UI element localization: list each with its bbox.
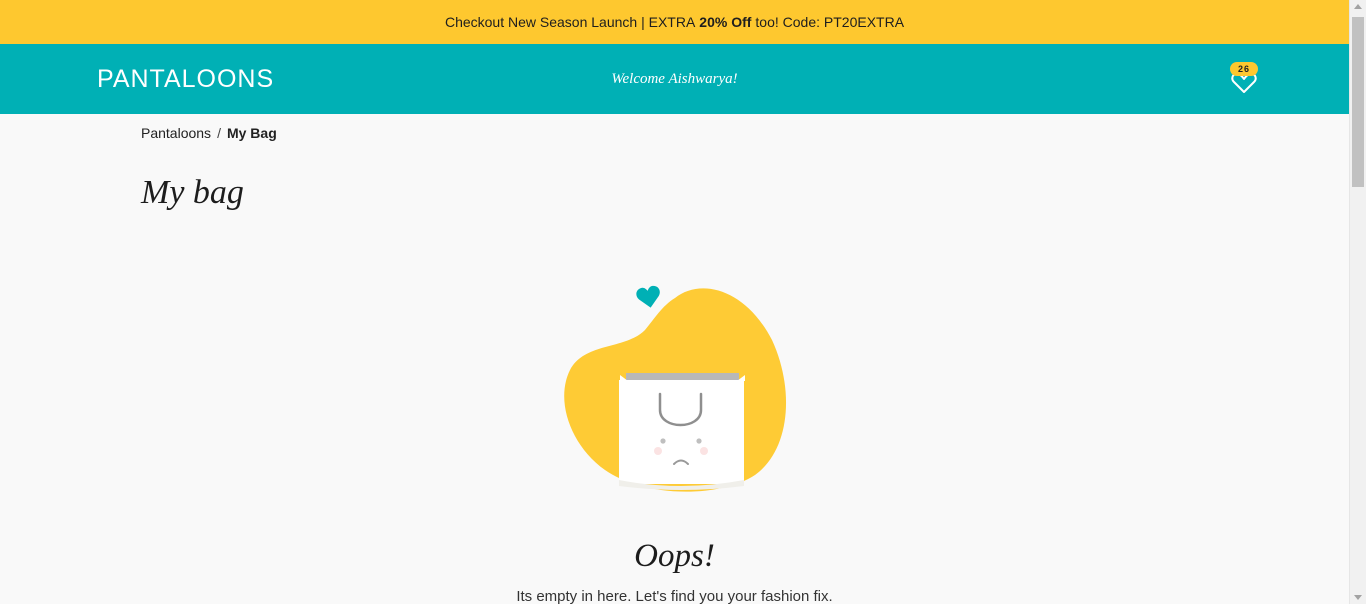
empty-state-heading: Oops! [634,538,715,574]
page: Checkout New Season Launch | EXTRA 20% O… [0,0,1366,604]
heart-icon [636,285,660,308]
scrollbar-thumb[interactable] [1352,17,1364,187]
promo-bar[interactable]: Checkout New Season Launch | EXTRA 20% O… [0,0,1349,44]
promo-text-after: too! Code: PT20EXTRA [755,14,905,30]
pantaloons-logo[interactable]: PANTALOONS [97,64,274,94]
wishlist-button[interactable]: 26 [1228,62,1260,94]
site-header: PANTALOONS Welcome Aishwarya! 26 [0,44,1349,114]
scroll-down-arrow-icon[interactable] [1354,595,1362,600]
shopping-bag-icon [564,285,787,492]
breadcrumb-separator: / [217,125,221,141]
empty-state-message: Its empty in here. Let's find you your f… [516,588,833,604]
breadcrumb-home-link[interactable]: Pantaloons [141,125,211,141]
wishlist-count-badge: 26 [1230,62,1258,76]
promo-discount: 20% Off [699,14,752,30]
scroll-up-arrow-icon[interactable] [1354,4,1362,9]
page-title: My bag [141,174,244,211]
promo-text-before: Checkout New Season Launch | EXTRA [444,14,696,30]
breadcrumb-current: My Bag [226,125,277,141]
vertical-scrollbar[interactable] [1349,0,1366,604]
empty-bag-illustration [550,280,800,495]
breadcrumb: Pantaloons / My Bag [141,125,277,141]
